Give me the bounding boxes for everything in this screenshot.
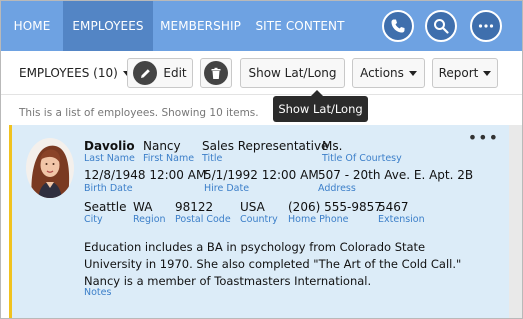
employee-photo bbox=[26, 138, 74, 198]
city-label: City bbox=[84, 214, 103, 225]
city-value: Seattle bbox=[84, 200, 127, 214]
report-menu-button[interactable]: Report bbox=[432, 58, 498, 88]
postal-code-label: Postal Code bbox=[175, 214, 231, 225]
region-value: WA bbox=[133, 200, 153, 214]
last-name-label: Last Name bbox=[84, 153, 135, 164]
title-courtesy-label: Title Of Courtesy bbox=[322, 153, 402, 164]
hire-date-label: Hire Date bbox=[204, 183, 250, 194]
pencil-icon bbox=[133, 61, 158, 85]
nav-item-membership[interactable]: MEMBERSHIP bbox=[153, 1, 248, 51]
first-name-label: First Name bbox=[143, 153, 195, 164]
title-label: Title bbox=[202, 153, 223, 164]
region-label: Region bbox=[133, 214, 166, 225]
title-value: Sales Representative bbox=[202, 139, 329, 153]
postal-code-value: 98122 bbox=[175, 200, 214, 214]
toolbar: EMPLOYEES (10) Edit Show Lat/Long Action… bbox=[1, 51, 522, 95]
search-button[interactable] bbox=[425, 10, 457, 42]
actions-menu-button[interactable]: Actions bbox=[352, 58, 425, 88]
country-label: Country bbox=[240, 214, 278, 225]
phone-button[interactable] bbox=[382, 10, 414, 42]
notes-label: Notes bbox=[84, 287, 112, 298]
trash-icon bbox=[204, 61, 228, 85]
app-frame: HOME EMPLOYEES MEMBERSHIP SITE CONTENT E… bbox=[0, 0, 523, 319]
birth-date-value: 12/8/1948 12:00 AM bbox=[84, 168, 207, 182]
home-phone-label: Home Phone bbox=[288, 214, 349, 225]
edit-button-label: Edit bbox=[163, 66, 187, 80]
chevron-down-icon bbox=[408, 70, 417, 76]
card-more-button[interactable]: ••• bbox=[468, 130, 499, 146]
view-selector[interactable]: EMPLOYEES (10) bbox=[19, 58, 131, 88]
extension-value: 5467 bbox=[378, 200, 409, 214]
nav-item-home[interactable]: HOME bbox=[1, 1, 63, 51]
delete-button[interactable] bbox=[200, 58, 232, 88]
hire-date-value: 5/1/1992 12:00 AM bbox=[204, 168, 319, 182]
address-value: 507 - 20th Ave. E. Apt. 2B bbox=[318, 168, 474, 182]
country-value: USA bbox=[240, 200, 265, 214]
title-courtesy-value: Ms. bbox=[322, 139, 343, 153]
actions-label: Actions bbox=[360, 66, 404, 80]
birth-date-label: Birth Date bbox=[84, 183, 133, 194]
first-name-value: Nancy bbox=[143, 139, 181, 153]
nav-item-employees[interactable]: EMPLOYEES bbox=[63, 1, 153, 51]
show-latlong-label: Show Lat/Long bbox=[248, 66, 337, 80]
top-navigation: HOME EMPLOYEES MEMBERSHIP SITE CONTENT bbox=[1, 1, 522, 51]
edit-button[interactable]: Edit bbox=[127, 58, 193, 88]
tooltip: Show Lat/Long bbox=[273, 96, 368, 122]
more-icon bbox=[478, 23, 494, 29]
view-selector-label: EMPLOYEES (10) bbox=[19, 66, 118, 80]
nav-item-site-content[interactable]: SITE CONTENT bbox=[248, 1, 352, 51]
show-latlong-button[interactable]: Show Lat/Long bbox=[240, 58, 345, 88]
info-text: This is a list of employees. Showing 10 … bbox=[19, 107, 259, 119]
extension-label: Extension bbox=[378, 214, 425, 225]
chevron-down-icon bbox=[483, 70, 492, 76]
scrollbar[interactable] bbox=[509, 125, 522, 318]
search-icon bbox=[433, 18, 449, 34]
home-phone-value: (206) 555-9857 bbox=[288, 200, 382, 214]
phone-icon bbox=[390, 18, 406, 34]
info-bar: This is a list of employees. Showing 10 … bbox=[1, 96, 522, 126]
report-label: Report bbox=[438, 66, 479, 80]
more-menu-button[interactable] bbox=[470, 10, 502, 42]
last-name-value: Davolio bbox=[84, 139, 135, 153]
notes-value: Education includes a BA in psychology fr… bbox=[84, 240, 462, 288]
employee-card[interactable]: ••• Davolio Last Name Nancy First Name S… bbox=[9, 125, 509, 318]
address-label: Address bbox=[318, 183, 356, 194]
